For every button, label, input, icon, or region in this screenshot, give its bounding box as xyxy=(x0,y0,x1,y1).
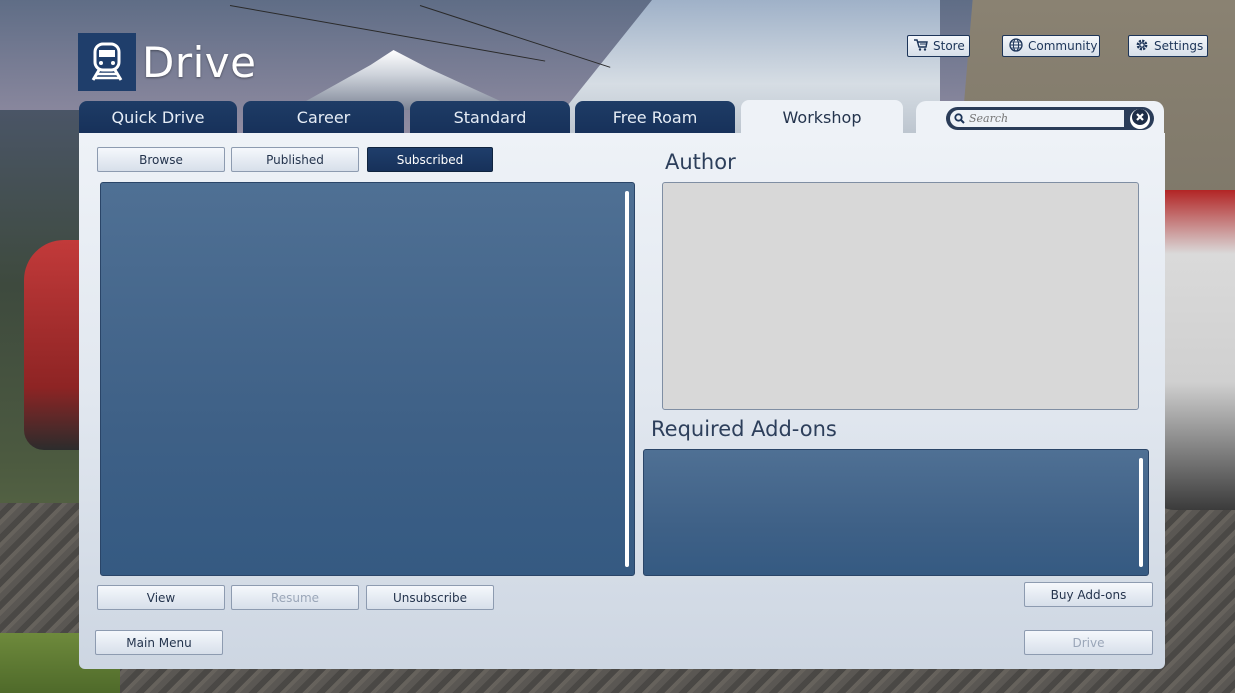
list-scrollbar[interactable] xyxy=(625,191,629,567)
close-icon xyxy=(1132,108,1148,129)
addons-scrollbar[interactable] xyxy=(1139,458,1143,567)
unsubscribe-label: Unsubscribe xyxy=(393,590,467,605)
tab-career[interactable]: Career xyxy=(243,101,404,133)
tab-workshop[interactable]: Workshop xyxy=(741,100,903,134)
subscribed-button[interactable]: Subscribed xyxy=(367,147,493,172)
resume-button[interactable]: Resume xyxy=(231,585,359,610)
tab-label: Quick Drive xyxy=(111,107,205,127)
author-info-box xyxy=(662,182,1139,410)
community-label: Community xyxy=(1028,39,1098,53)
buy-addons-label: Buy Add-ons xyxy=(1050,587,1127,602)
subscribed-label: Subscribed xyxy=(396,152,464,167)
browse-button[interactable]: Browse xyxy=(97,147,225,172)
search-field-box xyxy=(950,110,1124,127)
train-icon xyxy=(78,33,136,91)
gear-icon xyxy=(1135,38,1149,55)
settings-label: Settings xyxy=(1154,39,1204,53)
buy-addons-button[interactable]: Buy Add-ons xyxy=(1024,582,1153,607)
view-button[interactable]: View xyxy=(97,585,225,610)
tab-label: Career xyxy=(296,107,351,127)
search-bar xyxy=(946,107,1154,130)
clear-search-button[interactable] xyxy=(1130,108,1150,129)
tab-free-roam[interactable]: Free Roam xyxy=(575,101,735,133)
browse-label: Browse xyxy=(139,152,183,167)
settings-button[interactable]: Settings xyxy=(1128,35,1208,57)
cart-icon xyxy=(914,38,928,54)
tab-label: Free Roam xyxy=(612,107,698,127)
author-heading: Author xyxy=(665,150,736,174)
train-left xyxy=(24,240,84,450)
store-label: Store xyxy=(933,39,965,53)
app-title: Drive xyxy=(142,37,257,87)
workshop-item-list[interactable] xyxy=(100,182,635,576)
required-addons-heading: Required Add-ons xyxy=(651,417,837,441)
app-logo: Drive xyxy=(78,33,256,91)
published-label: Published xyxy=(266,152,324,167)
tab-label: Workshop xyxy=(782,107,862,127)
drive-button[interactable]: Drive xyxy=(1024,630,1153,655)
store-button[interactable]: Store xyxy=(907,35,970,57)
main-menu-button[interactable]: Main Menu xyxy=(95,630,223,655)
drive-label: Drive xyxy=(1072,635,1105,650)
view-label: View xyxy=(146,590,176,605)
required-addons-list[interactable] xyxy=(643,449,1149,576)
resume-label: Resume xyxy=(270,590,320,605)
tab-quick-drive[interactable]: Quick Drive xyxy=(79,101,237,133)
main-menu-label: Main Menu xyxy=(126,635,192,650)
unsubscribe-button[interactable]: Unsubscribe xyxy=(366,585,494,610)
globe-icon xyxy=(1009,37,1023,55)
search-input[interactable] xyxy=(969,112,1119,125)
search-icon xyxy=(954,109,965,128)
tab-label: Standard xyxy=(453,107,527,127)
published-button[interactable]: Published xyxy=(231,147,359,172)
tab-standard[interactable]: Standard xyxy=(410,101,570,133)
community-button[interactable]: Community xyxy=(1002,35,1100,57)
